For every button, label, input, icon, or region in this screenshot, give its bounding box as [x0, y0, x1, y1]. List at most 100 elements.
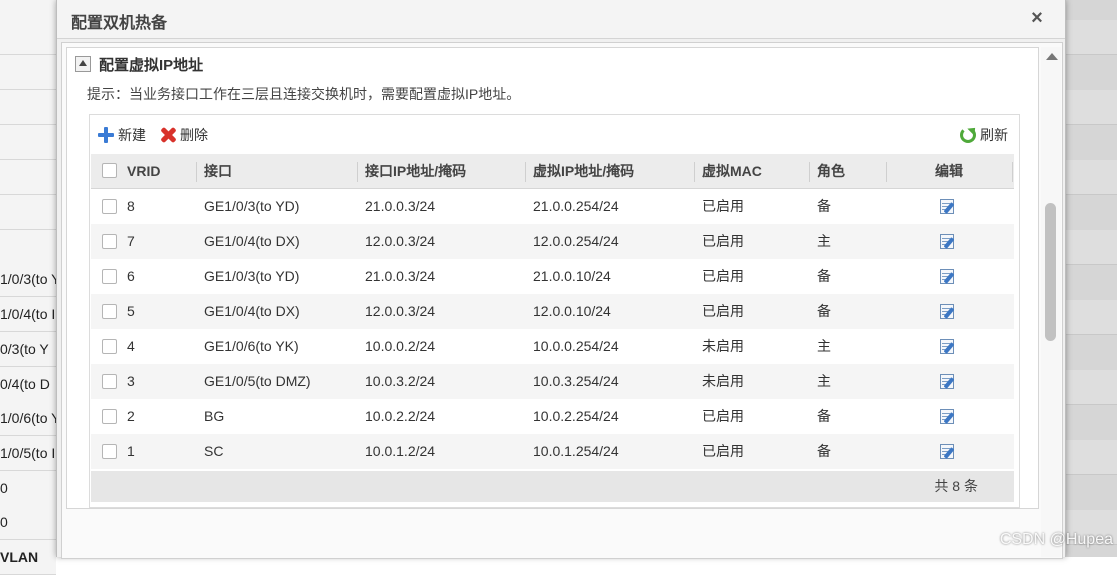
bg-row [0, 0, 56, 21]
column-divider [1012, 162, 1013, 182]
cell-virtual-mac: 已启用 [702, 443, 744, 459]
cell-virtual-mac: 未启用 [702, 373, 744, 389]
bg-stripe [1064, 230, 1117, 265]
bg-row-text: 1/0/4(to I [0, 297, 56, 332]
plus-icon [98, 127, 114, 143]
bg-row [0, 55, 56, 90]
table-row[interactable]: 2 BG 10.0.2.2/24 10.0.2.254/24 已启用 备 [91, 399, 1014, 434]
col-interface[interactable]: 接口 [204, 154, 232, 188]
dialog-header: 配置双机热备 × [57, 0, 1065, 39]
dialog-title: 配置双机热备 [71, 15, 168, 32]
col-edit: 编辑 [935, 163, 963, 179]
cell-virtual-mac: 未启用 [702, 338, 744, 354]
table-row[interactable]: 1 SC 10.0.1.2/24 10.0.1.254/24 已启用 备 [91, 434, 1014, 469]
cell-vrid: 5 [127, 303, 135, 319]
cell-interface: GE1/0/6(to YK) [204, 338, 299, 354]
cell-virtual-mac: 已启用 [702, 233, 744, 249]
edit-icon[interactable] [940, 198, 956, 215]
new-button[interactable]: 新建 [98, 125, 146, 145]
dialog-body: 配置虚拟IP地址 提示：当业务接口工作在三层且连接交换机时，需要配置虚拟IP地址… [61, 42, 1063, 559]
edit-icon[interactable] [940, 233, 956, 250]
row-checkbox[interactable] [102, 374, 117, 389]
col-role[interactable]: 角色 [817, 154, 845, 188]
table-row[interactable]: 4 GE1/0/6(to YK) 10.0.0.2/24 10.0.0.254/… [91, 329, 1014, 364]
cell-interface-ip: 12.0.0.3/24 [365, 233, 436, 249]
edit-icon[interactable] [940, 338, 956, 355]
edit-icon[interactable] [940, 303, 956, 320]
table-row[interactable]: 6 GE1/0/3(to YD) 21.0.0.3/24 21.0.0.10/2… [91, 259, 1014, 294]
row-checkbox[interactable] [102, 409, 117, 424]
collapse-up-icon[interactable] [75, 56, 91, 72]
col-vrid[interactable]: VRID [127, 154, 160, 188]
edit-icon[interactable] [940, 443, 956, 460]
cell-interface-ip: 21.0.0.3/24 [365, 268, 436, 284]
bg-row-text: 0 [0, 471, 56, 506]
cell-interface-ip: 10.0.1.2/24 [365, 443, 436, 459]
row-checkbox[interactable] [102, 339, 117, 354]
column-divider [886, 162, 887, 182]
cell-interface: GE1/0/4(to DX) [204, 233, 300, 249]
cell-vrid: 2 [127, 408, 135, 424]
bg-row-text: 0/3(to Y [0, 332, 56, 367]
col-virtual-ip[interactable]: 虚拟IP地址/掩码 [533, 154, 634, 188]
row-checkbox[interactable] [102, 304, 117, 319]
bg-stripe [1064, 90, 1117, 125]
scroll-up-arrow-icon[interactable] [1046, 53, 1058, 60]
bg-right-panel [1064, 0, 1117, 557]
bg-stripe [1064, 370, 1117, 405]
bg-stripe [1064, 20, 1117, 55]
new-label: 新建 [118, 127, 146, 143]
column-divider [809, 162, 810, 182]
cell-role: 备 [817, 198, 831, 214]
cell-virtual-ip: 21.0.0.10/24 [533, 268, 611, 284]
vrid-table: 新建 删除 刷新 VRID 接口 接口IP地址/掩码 虚拟IP地址/掩码 虚拟M… [89, 114, 1020, 508]
row-checkbox[interactable] [102, 234, 117, 249]
bg-row-text: 1/0/5(to I [0, 436, 56, 471]
cell-interface: GE1/0/4(to DX) [204, 303, 300, 319]
delete-x-icon [160, 127, 176, 143]
edit-icon[interactable] [940, 408, 956, 425]
col-virtual-mac[interactable]: 虚拟MAC [702, 154, 762, 188]
cell-role: 主 [817, 233, 831, 249]
cell-virtual-mac: 已启用 [702, 303, 744, 319]
table-row[interactable]: 7 GE1/0/4(to DX) 12.0.0.3/24 12.0.0.254/… [91, 224, 1014, 259]
table-header: VRID 接口 接口IP地址/掩码 虚拟IP地址/掩码 虚拟MAC 角色 编辑 [91, 154, 1014, 189]
table-row[interactable]: 8 GE1/0/3(to YD) 21.0.0.3/24 21.0.0.254/… [91, 189, 1014, 224]
row-checkbox[interactable] [102, 444, 117, 459]
scroll-thumb[interactable] [1045, 203, 1056, 341]
bg-row [0, 195, 56, 230]
cell-virtual-ip: 12.0.0.254/24 [533, 233, 619, 249]
edit-icon[interactable] [940, 268, 956, 285]
bg-row [0, 160, 56, 195]
cell-virtual-ip: 12.0.0.10/24 [533, 303, 611, 319]
virtual-ip-section: 配置虚拟IP地址 提示：当业务接口工作在三层且连接交换机时，需要配置虚拟IP地址… [66, 47, 1039, 509]
total-count: 共 8 条 [934, 478, 978, 494]
edit-icon[interactable] [940, 373, 956, 390]
cell-interface-ip: 10.0.3.2/24 [365, 373, 436, 389]
select-all-checkbox[interactable] [102, 163, 117, 178]
delete-button[interactable]: 删除 [160, 125, 208, 145]
hot-standby-dialog: 配置双机热备 × 配置虚拟IP地址 提示：当业务接口工作在三层且连接交换机时，需… [56, 0, 1066, 559]
cell-interface: GE1/0/3(to YD) [204, 268, 300, 284]
table-row[interactable]: 5 GE1/0/4(to DX) 12.0.0.3/24 12.0.0.10/2… [91, 294, 1014, 329]
bg-row-text: 0 [0, 505, 56, 540]
cell-virtual-mac: 已启用 [702, 408, 744, 424]
cell-role: 备 [817, 408, 831, 424]
cell-interface: SC [204, 443, 224, 459]
table-footer: 共 8 条 [91, 471, 1014, 502]
table-row[interactable]: 3 GE1/0/5(to DMZ) 10.0.3.2/24 10.0.3.254… [91, 364, 1014, 399]
refresh-button[interactable]: 刷新 [960, 125, 1008, 145]
cell-interface-ip: 10.0.0.2/24 [365, 338, 436, 354]
cell-role: 备 [817, 268, 831, 284]
row-checkbox[interactable] [102, 199, 117, 214]
cell-vrid: 6 [127, 268, 135, 284]
cell-role: 主 [817, 338, 831, 354]
close-button[interactable]: × [1027, 7, 1047, 29]
refresh-label: 刷新 [980, 127, 1008, 143]
cell-virtual-mac: 已启用 [702, 268, 744, 284]
cell-virtual-ip: 10.0.2.254/24 [533, 408, 619, 424]
bg-stripe [1064, 440, 1117, 475]
vertical-scrollbar[interactable] [1041, 47, 1061, 557]
row-checkbox[interactable] [102, 269, 117, 284]
col-interface-ip[interactable]: 接口IP地址/掩码 [365, 154, 466, 188]
